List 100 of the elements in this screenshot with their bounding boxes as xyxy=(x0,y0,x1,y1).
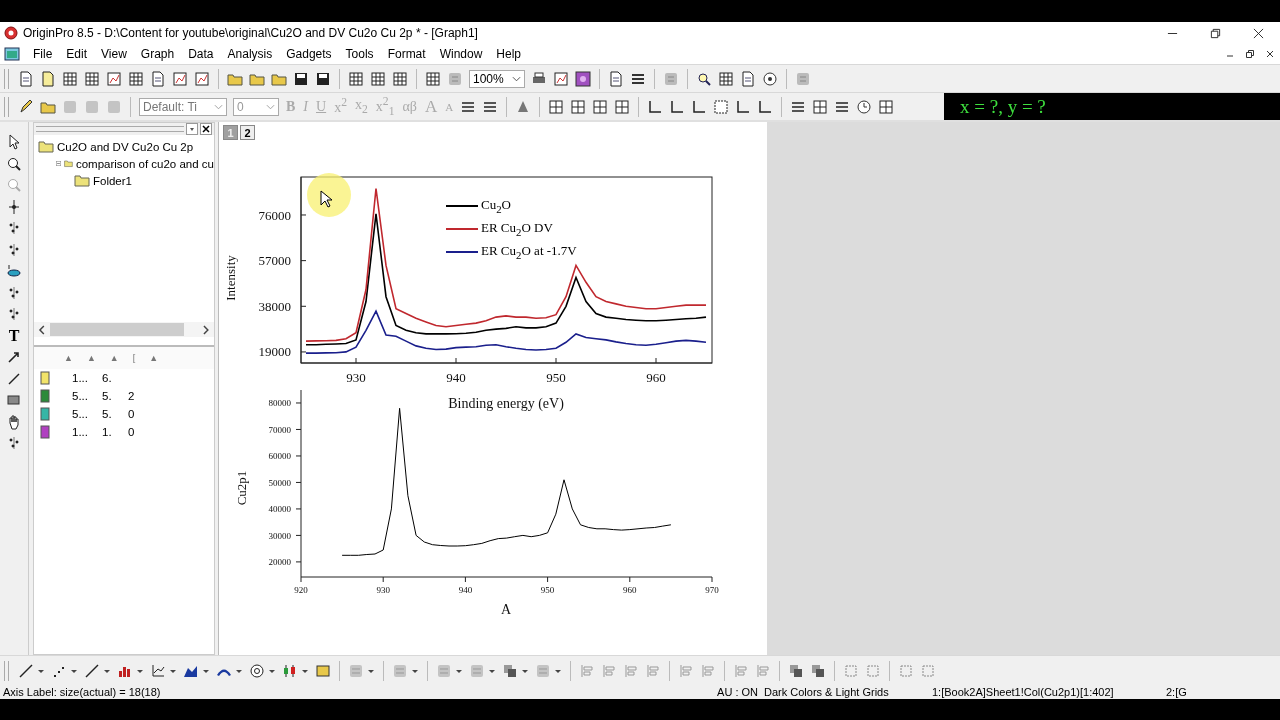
mask-icon[interactable] xyxy=(6,263,22,279)
page-icon[interactable] xyxy=(40,70,56,87)
menu-item[interactable]: Format xyxy=(380,47,433,61)
picture-icon[interactable] xyxy=(315,662,331,679)
menu-item[interactable]: Graph xyxy=(133,47,182,61)
legend-label: ER Cu$_{2}$O at -1.7V xyxy=(481,243,577,261)
zoom-in-icon[interactable] xyxy=(6,155,22,172)
menu-item[interactable]: Help xyxy=(489,47,528,61)
tick-label: 970 xyxy=(705,585,719,595)
folder-icon xyxy=(38,140,54,153)
document-window-icon[interactable] xyxy=(4,46,20,62)
menu-item[interactable]: Analysis xyxy=(220,47,280,61)
dots-icon[interactable] xyxy=(6,306,22,322)
document-icon[interactable] xyxy=(18,70,34,87)
folder-icon xyxy=(74,174,90,187)
gear-icon[interactable] xyxy=(762,70,778,87)
menu-item[interactable]: Window xyxy=(432,47,490,61)
tick-label: 80000 xyxy=(268,398,291,409)
save-icon[interactable] xyxy=(315,70,331,87)
scroll-right-icon[interactable] xyxy=(202,324,210,335)
app-icon xyxy=(4,26,18,40)
scroll-left-icon[interactable] xyxy=(38,324,46,335)
tick-label: 930 xyxy=(346,370,366,385)
line-symbol-icon[interactable] xyxy=(84,662,100,679)
font-dropdown[interactable]: Default: Ti xyxy=(139,97,227,116)
menu-item[interactable]: Gadgets xyxy=(279,47,339,61)
candlestick-icon[interactable] xyxy=(282,662,298,679)
zoom-icon[interactable] xyxy=(696,70,712,87)
menu-item[interactable]: Data xyxy=(181,47,221,61)
tree-item[interactable]: Cu2O and DV Cu2o Cu 2p xyxy=(57,140,194,153)
column-header[interactable]: ▲ xyxy=(109,353,119,363)
tick-label: 30000 xyxy=(268,530,291,541)
dropdown-button[interactable] xyxy=(186,123,198,135)
tick-label: 70000 xyxy=(268,424,291,435)
list-cell: 1... xyxy=(72,426,88,438)
axis-title: Binding energy (eV) xyxy=(448,396,564,411)
restore-icon[interactable] xyxy=(1210,27,1221,39)
color-icon[interactable] xyxy=(575,70,591,87)
clock-icon[interactable] xyxy=(856,98,873,115)
layer-icon[interactable] xyxy=(548,98,565,115)
restore-icon[interactable] xyxy=(1245,49,1255,59)
close-icon[interactable] xyxy=(200,123,212,135)
horizontal-scrollbar[interactable] xyxy=(34,322,214,337)
list-cell-text: 2 xyxy=(128,390,136,402)
axis-icon[interactable] xyxy=(669,98,686,115)
frame-icon[interactable] xyxy=(713,98,730,115)
line-icon[interactable] xyxy=(6,370,22,387)
window-title: OriginPro 8.5 - D:\Content for youtube\original\Cu2O and DV Cu2o Cu 2p * - [Graph1] xyxy=(23,26,478,40)
pencil-icon[interactable] xyxy=(18,98,34,115)
column-header[interactable]: [ xyxy=(132,353,136,363)
order-icon[interactable] xyxy=(788,662,804,679)
status-text: AU : ON xyxy=(716,686,759,698)
close-icon[interactable] xyxy=(1265,49,1275,59)
presentation-icon[interactable] xyxy=(553,70,569,87)
scrollbar-thumb[interactable] xyxy=(49,323,185,336)
text-tool-icon[interactable]: T xyxy=(8,327,20,344)
axis-icon[interactable] xyxy=(647,98,664,115)
arrow-icon[interactable] xyxy=(6,349,22,365)
list-cell-text: 0 xyxy=(128,426,136,438)
polar-icon[interactable] xyxy=(249,662,265,679)
list-cell-text: 0 xyxy=(128,408,136,420)
status-text: Dark Colors & Light Grids xyxy=(763,686,890,698)
table-icon[interactable] xyxy=(878,98,895,115)
tick-label: 20000 xyxy=(268,557,291,568)
axis-icon[interactable] xyxy=(757,98,774,115)
coordinate-readout: x = ?, y = ? xyxy=(944,93,1280,120)
legend-label: Cu$_{2}$O xyxy=(481,197,511,215)
table-icon[interactable] xyxy=(62,70,78,87)
list-cell-text: 1. xyxy=(102,426,113,438)
rectangle-icon[interactable] xyxy=(6,392,22,408)
pointer-icon[interactable] xyxy=(6,134,22,150)
crosshair-icon[interactable] xyxy=(6,198,22,215)
order-icon[interactable] xyxy=(810,662,826,679)
axis-icon[interactable] xyxy=(735,98,752,115)
menu-item[interactable]: Tools xyxy=(338,47,381,61)
hand-icon[interactable] xyxy=(6,413,22,430)
close-icon[interactable] xyxy=(1253,27,1264,39)
axis-title: Cu2p1 xyxy=(234,470,249,506)
axis-icon[interactable] xyxy=(691,98,708,115)
tick-label: 940 xyxy=(458,585,473,595)
table-icon[interactable] xyxy=(128,70,144,87)
list-cell: 5... xyxy=(72,408,88,420)
column-header[interactable]: ▲ xyxy=(86,353,96,363)
list-cell-text: 5. xyxy=(102,408,113,420)
column-header[interactable]: ▲ xyxy=(64,353,73,363)
line-icon[interactable] xyxy=(18,662,34,679)
column-header[interactable]: ▲ xyxy=(149,353,159,363)
tick-label: 960 xyxy=(623,585,637,595)
collapse-toggle[interactable] xyxy=(56,159,61,168)
menu-item[interactable]: File xyxy=(26,47,60,61)
tree-item[interactable]: Folder1 xyxy=(93,174,132,187)
save-icon[interactable] xyxy=(293,70,309,87)
menu-item[interactable]: Edit xyxy=(59,47,95,61)
tree-item[interactable]: comparison of cu2o and cu xyxy=(75,157,214,170)
table-icon[interactable] xyxy=(84,70,100,87)
tick-label: 19000 xyxy=(258,344,291,360)
menu-item[interactable]: View xyxy=(94,47,134,61)
zoom-dropdown[interactable]: 100% xyxy=(469,69,525,88)
list-cell-text: 5. xyxy=(102,390,113,402)
layer-tab[interactable]: 2 xyxy=(240,125,255,140)
